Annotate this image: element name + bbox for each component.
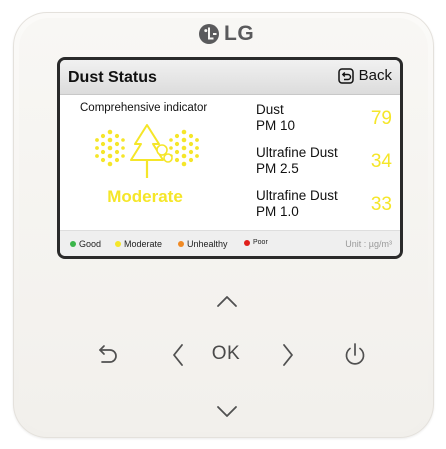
- comprehensive-indicator-panel: Comprehensive indicator Moderate: [60, 94, 230, 224]
- legend-bar: Good Moderate Unhealthy Poor Unit : µg/m…: [60, 230, 400, 256]
- display-screen: Dust Status Back Comprehensive indicator…: [57, 57, 403, 259]
- status-dot-icon: [115, 241, 121, 247]
- dust-metrics-panel: Dust PM 10 79 Ultrafine Dust PM 2.5 34 U…: [256, 94, 400, 224]
- chevron-down-icon: [217, 406, 237, 417]
- right-button[interactable]: [281, 343, 295, 367]
- status-dot-icon: [244, 239, 250, 246]
- down-button[interactable]: [216, 405, 238, 419]
- metric-pm10: Dust PM 10 79: [256, 102, 396, 140]
- metric-name: Ultrafine Dust PM 1.0: [256, 188, 338, 219]
- left-button[interactable]: [171, 343, 185, 367]
- ok-button[interactable]: OK: [208, 343, 244, 365]
- metric-pm10-ultrafine: Ultrafine Dust PM 1.0 33: [256, 188, 396, 226]
- up-button[interactable]: [216, 294, 238, 308]
- brand-name: LG: [224, 22, 255, 45]
- status-dot-icon: [178, 241, 184, 247]
- chevron-up-icon: [217, 296, 237, 307]
- comprehensive-indicator-label: Comprehensive indicator: [80, 102, 208, 114]
- power-icon: [345, 343, 365, 365]
- page-title: Dust Status: [68, 69, 157, 86]
- metric-value: 34: [370, 151, 392, 172]
- metric-value: 33: [370, 194, 392, 215]
- power-button[interactable]: [343, 342, 367, 368]
- back-button[interactable]: Back: [337, 67, 392, 84]
- metric-name: Ultrafine Dust PM 2.5: [256, 145, 338, 176]
- screen-title-bar: Dust Status Back: [60, 60, 400, 95]
- metric-pm25: Ultrafine Dust PM 2.5 34: [256, 145, 396, 183]
- back-label: Back: [358, 67, 392, 84]
- legend-item-good: Good: [70, 239, 101, 249]
- lg-logo-icon: [198, 23, 220, 45]
- status-dot-icon: [70, 241, 76, 247]
- display-content: Dust Status Back Comprehensive indicator…: [60, 60, 400, 256]
- unit-label: Unit : µg/m³: [345, 239, 392, 249]
- legend-item-unhealthy: Unhealthy: [178, 239, 228, 249]
- chevron-left-icon: [173, 344, 183, 366]
- legend-item-poor: Poor: [244, 239, 268, 246]
- metric-value: 79: [370, 108, 392, 129]
- air-quality-level: Moderate: [107, 187, 183, 206]
- legend-item-moderate: Moderate: [115, 239, 162, 249]
- brand-logo: LG: [198, 22, 254, 46]
- metric-name: Dust PM 10: [256, 102, 296, 133]
- back-icon: [337, 67, 354, 84]
- back-arrow-icon: [99, 345, 117, 363]
- air-quality-indicator-icon: [91, 122, 203, 187]
- chevron-right-icon: [283, 344, 293, 366]
- return-button[interactable]: [95, 343, 121, 367]
